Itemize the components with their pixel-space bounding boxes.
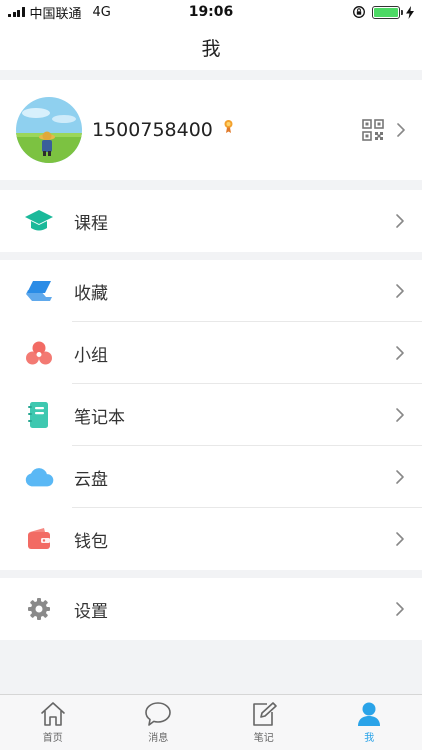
notebook-icon — [24, 400, 54, 430]
wallet-icon — [24, 524, 54, 554]
menu-item-course[interactable]: 课程 — [0, 190, 422, 252]
stack-icon — [24, 276, 54, 306]
tab-home[interactable]: 首页 — [0, 695, 106, 750]
profile-card[interactable]: 1500758400 — [0, 80, 422, 180]
person-icon — [358, 702, 381, 726]
edit-note-icon — [252, 702, 277, 726]
graduation-cap-icon — [24, 206, 54, 236]
course-section: 课程 — [0, 190, 422, 252]
gear-icon — [24, 594, 54, 624]
tab-me[interactable]: 我 — [317, 695, 422, 750]
tab-label-home: 首页 — [42, 733, 63, 744]
home-icon — [40, 702, 65, 726]
chevron-right-icon — [396, 346, 404, 360]
menu-item-notebook[interactable]: 笔记本 — [0, 384, 422, 446]
chevron-right-icon — [396, 602, 404, 616]
status-bar: 中国联通 4G 19:06 — [0, 0, 422, 24]
tab-label-notes: 笔记 — [253, 733, 274, 744]
menu-label-group: 小组 — [74, 345, 108, 366]
menu-item-group[interactable]: 小组 — [0, 322, 422, 384]
chevron-right-icon — [397, 123, 405, 137]
chevron-right-icon — [396, 284, 404, 298]
menu-label-course: 课程 — [74, 213, 108, 234]
chevron-right-icon — [396, 470, 404, 484]
orientation-lock-icon — [353, 6, 365, 18]
chevron-right-icon — [396, 532, 404, 546]
avatar[interactable] — [16, 97, 82, 163]
tab-label-messages: 消息 — [148, 733, 169, 744]
circles-icon — [24, 338, 54, 368]
medal-icon — [224, 120, 233, 133]
tab-notes[interactable]: 笔记 — [211, 695, 317, 750]
chat-bubble-icon — [145, 702, 172, 726]
network-label: 4G — [92, 4, 111, 20]
cloud-icon — [24, 462, 54, 492]
menu-label-wallet: 钱包 — [74, 531, 108, 552]
signal-icon — [8, 7, 25, 17]
menu-label-notebook: 笔记本 — [74, 407, 125, 428]
menu-item-cloud[interactable]: 云盘 — [0, 446, 422, 508]
menu-item-favorites[interactable]: 收藏 — [0, 260, 422, 322]
chevron-right-icon — [396, 408, 404, 422]
username: 1500758400 — [92, 119, 213, 141]
battery-icon — [372, 5, 403, 19]
chevron-right-icon — [396, 214, 404, 228]
navigation-bar: 我 — [0, 24, 422, 70]
page-title: 我 — [201, 37, 221, 60]
menu-label-favorites: 收藏 — [74, 283, 108, 304]
menu-item-wallet[interactable]: 钱包 — [0, 508, 422, 570]
menu-label-cloud: 云盘 — [74, 469, 108, 490]
tab-messages[interactable]: 消息 — [106, 695, 212, 750]
settings-section: 设置 — [0, 578, 422, 640]
tab-label-me: 我 — [364, 733, 375, 744]
qr-code-icon[interactable] — [362, 119, 384, 141]
menu-item-settings[interactable]: 设置 — [0, 578, 422, 640]
charging-icon — [406, 5, 414, 19]
main-menu-section: 收藏 小组 笔记本 云盘 钱包 — [0, 260, 422, 570]
menu-label-settings: 设置 — [74, 601, 108, 622]
tab-bar: 首页 消息 笔记 我 — [0, 694, 422, 750]
carrier-label: 中国联通 — [29, 6, 82, 22]
